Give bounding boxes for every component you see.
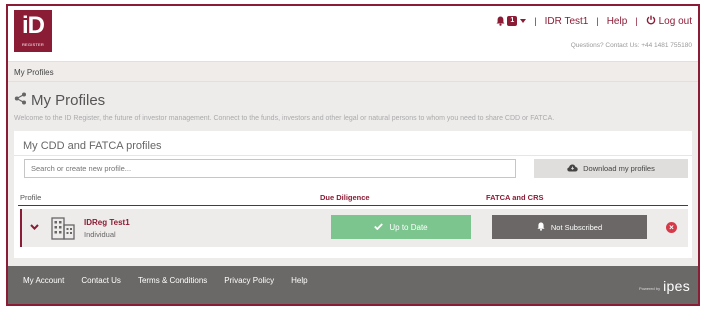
remove-icon[interactable]: × bbox=[666, 222, 677, 233]
building-icon bbox=[50, 216, 76, 242]
bell-icon[interactable] bbox=[496, 16, 505, 26]
divider bbox=[14, 155, 692, 156]
column-header-fatca-crs[interactable]: FATCA and CRS bbox=[486, 193, 544, 202]
profile-name[interactable]: IDReg Test1 bbox=[84, 218, 130, 227]
help-link[interactable]: Help bbox=[607, 16, 628, 27]
fatca-status-button[interactable]: Not Subscribed bbox=[492, 215, 647, 239]
powered-by-text: Powered by bbox=[638, 286, 661, 291]
power-icon[interactable] bbox=[646, 15, 656, 28]
column-header-due-diligence[interactable]: Due Diligence bbox=[320, 193, 370, 202]
top-nav: 1 | IDR Test1 | Help | Log out bbox=[496, 14, 692, 28]
due-diligence-status-button[interactable]: Up to Date bbox=[331, 215, 471, 239]
search-input[interactable] bbox=[24, 159, 516, 178]
due-diligence-status: Up to Date bbox=[389, 222, 428, 232]
footer-link-terms[interactable]: Terms & Conditions bbox=[138, 276, 207, 285]
download-label: Download my profiles bbox=[583, 164, 655, 173]
profile-type: Individual bbox=[84, 230, 116, 239]
share-icon bbox=[14, 92, 27, 109]
footer-link-my-account[interactable]: My Account bbox=[23, 276, 64, 285]
chevron-down-icon[interactable] bbox=[520, 19, 527, 23]
column-header-profile[interactable]: Profile bbox=[20, 193, 41, 202]
chevron-down-icon[interactable] bbox=[30, 223, 39, 232]
footer: My Account Contact Us Terms & Conditions… bbox=[8, 266, 698, 304]
cloud-download-icon bbox=[567, 164, 578, 174]
breadcrumb: My Profiles bbox=[8, 61, 698, 82]
breadcrumb-current[interactable]: My Profiles bbox=[14, 68, 54, 77]
check-icon bbox=[374, 222, 384, 232]
header: iD REGISTER 1 | IDR Test1 | Help | Log o… bbox=[8, 6, 698, 61]
bell-icon bbox=[537, 222, 545, 233]
logo-subtext: REGISTER bbox=[21, 42, 45, 47]
ipes-logo[interactable]: Powered by ipes bbox=[639, 278, 690, 294]
contact-info: Questions? Contact Us: +44 1481 755180 bbox=[570, 42, 692, 49]
id-register-logo[interactable]: iD REGISTER bbox=[14, 10, 52, 52]
nav-separator: | bbox=[635, 16, 638, 26]
nav-separator: | bbox=[596, 16, 599, 26]
fatca-status: Not Subscribed bbox=[550, 222, 603, 232]
page-title-text: My Profiles bbox=[31, 92, 106, 109]
profiles-card: My CDD and FATCA profiles Download my pr… bbox=[14, 131, 692, 258]
user-menu-link[interactable]: IDR Test1 bbox=[545, 16, 589, 27]
card-title: My CDD and FATCA profiles bbox=[23, 140, 162, 152]
header-divider bbox=[18, 205, 688, 206]
logout-link[interactable]: Log out bbox=[659, 16, 692, 27]
app-window: iD REGISTER 1 | IDR Test1 | Help | Log o… bbox=[6, 4, 700, 306]
footer-link-privacy[interactable]: Privacy Policy bbox=[224, 276, 274, 285]
download-profiles-button[interactable]: Download my profiles bbox=[534, 159, 688, 178]
logo-text: iD bbox=[22, 12, 45, 39]
footer-nav: My Account Contact Us Terms & Conditions… bbox=[23, 276, 325, 285]
notification-badge[interactable]: 1 bbox=[507, 16, 518, 26]
welcome-text: Welcome to the ID Register, the future o… bbox=[14, 115, 555, 122]
footer-link-help[interactable]: Help bbox=[291, 276, 307, 285]
brand-text: ipes bbox=[663, 278, 690, 294]
footer-link-contact-us[interactable]: Contact Us bbox=[81, 276, 121, 285]
table-row[interactable]: IDReg Test1 Individual Up to Date Not Su… bbox=[20, 209, 688, 247]
page-title: My Profiles bbox=[14, 92, 105, 109]
nav-separator: | bbox=[534, 16, 537, 26]
